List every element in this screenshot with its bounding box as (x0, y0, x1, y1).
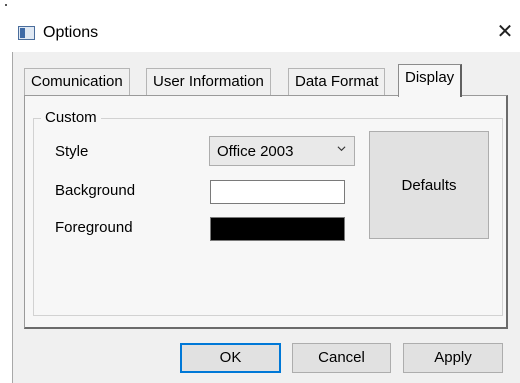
foreground-color-swatch[interactable] (210, 217, 345, 241)
tab-display[interactable]: Display (398, 64, 463, 97)
window-title: Options (43, 24, 99, 41)
background-label: Background (55, 182, 136, 199)
custom-group-title: Custom (41, 109, 101, 126)
style-label: Style (55, 143, 89, 160)
tab-user-information[interactable]: User Information (146, 68, 271, 95)
options-window-icon (18, 26, 35, 40)
foreground-label: Foreground (55, 219, 133, 236)
cancel-button[interactable]: Cancel (292, 343, 391, 373)
chevron-down-icon (337, 146, 346, 152)
apply-button[interactable]: Apply (403, 343, 503, 373)
tab-data-format[interactable]: Data Format (288, 68, 386, 95)
style-dropdown[interactable]: Office 2003 (209, 136, 355, 166)
style-dropdown-value: Office 2003 (217, 143, 294, 160)
corner-dot (5, 4, 7, 6)
close-icon[interactable]: ✕ (492, 20, 518, 44)
tab-comunication[interactable]: Comunication (24, 68, 130, 95)
ok-button[interactable]: OK (180, 343, 281, 373)
background-color-swatch[interactable] (210, 180, 345, 204)
defaults-button[interactable]: Defaults (369, 131, 489, 239)
